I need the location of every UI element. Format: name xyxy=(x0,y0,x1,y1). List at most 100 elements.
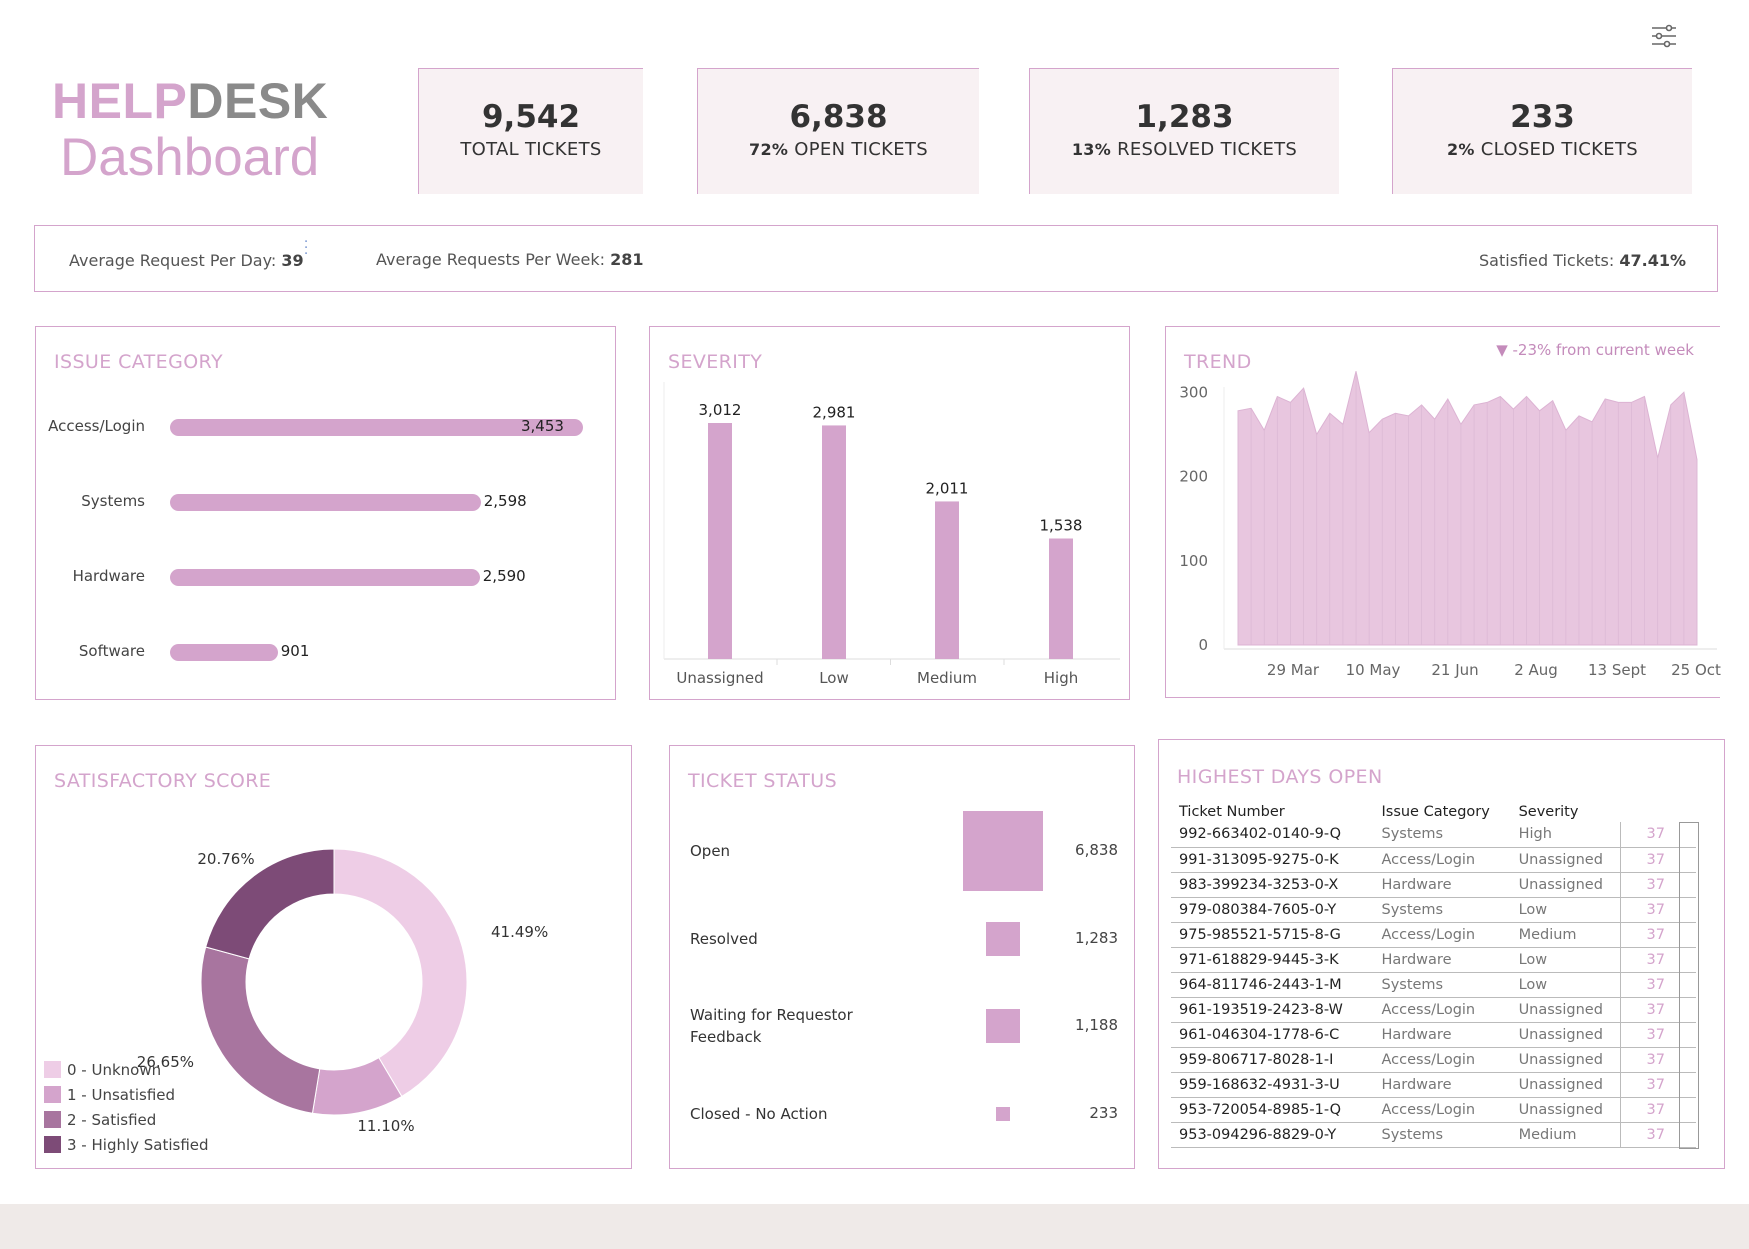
kpi-label: TOTAL TICKETS xyxy=(419,139,643,160)
kpi-value: 1,283 xyxy=(1135,99,1234,135)
kpi-value: 233 xyxy=(1510,99,1575,135)
brand-logo: HELPDESK Dashboard xyxy=(52,74,352,188)
status-label: Open xyxy=(690,842,731,860)
donut-segment-label: 41.49% xyxy=(491,923,548,941)
status-label: Waiting for Requestor Feedback xyxy=(690,1006,853,1046)
severity-category-label: High xyxy=(1044,669,1078,687)
category-bar[interactable] xyxy=(170,494,481,511)
donut-segment-label: 20.76% xyxy=(197,850,254,868)
satisfaction-panel: SATISFACTORY SCORE 41.49% 11.10% 26.65% 20.… xyxy=(35,745,632,1169)
filter-settings-button[interactable] xyxy=(1648,20,1680,52)
legend-item[interactable]: 2 - Satisfied xyxy=(44,1111,156,1129)
kpi-label-text: RESOLVED TICKETS xyxy=(1117,139,1298,160)
brand-title-desk: DESK xyxy=(187,73,329,129)
issue-category-cell: Access/Login xyxy=(1373,1047,1511,1073)
avg-per-week-label: Average Requests Per Week: xyxy=(376,250,606,269)
category-value: 2,598 xyxy=(483,492,527,510)
kpi-value: 9,542 xyxy=(481,99,581,135)
x-tick-label: 25 Oct xyxy=(1671,661,1721,679)
table-row[interactable]: 961-193519-2423-8-W Access/Login Unassigne… xyxy=(1171,997,1696,1023)
table-row[interactable]: 953-094296-8829-0-Y Systems Medium 37 xyxy=(1171,1122,1696,1148)
x-tick-label: 2 Aug xyxy=(1514,661,1558,679)
table-row[interactable]: 975-985521-5715-8-G Access/Login Medium 37 xyxy=(1171,922,1696,948)
column-header-ticket-number[interactable]: Ticket Number xyxy=(1171,802,1373,822)
donut-segment[interactable] xyxy=(333,848,468,1098)
table-row[interactable]: 983-399234-3253-0-X Hardware Unassigned 37 xyxy=(1171,872,1696,898)
kpi-resolved-tickets: 1,283 13% RESOLVED TICKETS xyxy=(1029,68,1339,194)
severity-cell: Unassigned xyxy=(1510,872,1620,898)
category-row[interactable]: Software 901 xyxy=(36,642,615,661)
status-label: Resolved xyxy=(690,930,758,948)
legend-item[interactable]: 1 - Unsatisfied xyxy=(44,1086,175,1104)
status-value: 1,188 xyxy=(1075,1016,1118,1034)
kpi-percent: 2% xyxy=(1447,140,1475,159)
status-box[interactable] xyxy=(995,1106,1011,1122)
legend-swatch xyxy=(44,1061,61,1078)
table-row[interactable]: 961-046304-1778-6-C Hardware Unassigned 37 xyxy=(1171,1022,1696,1048)
legend-swatch xyxy=(44,1136,61,1153)
issue-category-cell: Access/Login xyxy=(1373,1097,1511,1123)
table-scrollbar[interactable] xyxy=(1679,822,1699,1149)
table-row[interactable]: 971-618829-9445-3-K Hardware Low 37 xyxy=(1171,947,1696,973)
issue-category-cell: Hardware xyxy=(1373,872,1511,898)
severity-cell: Unassigned xyxy=(1510,1047,1620,1073)
severity-bar-value: 2,011 xyxy=(926,479,969,497)
table-row[interactable]: 991-313095-9275-0-K Access/Login Unassigne… xyxy=(1171,847,1696,873)
kpi-total-tickets: 9,542 TOTAL TICKETS xyxy=(418,68,643,194)
legend-label: 2 - Satisfied xyxy=(67,1111,157,1129)
issue-category-cell: Access/Login xyxy=(1373,922,1511,948)
ticket-number-cell: 983-399234-3253-0-X xyxy=(1171,872,1374,898)
column-header-severity[interactable]: Severity xyxy=(1511,802,1620,822)
sliders-icon xyxy=(1652,24,1676,48)
category-label: Software xyxy=(78,642,145,660)
table-row[interactable]: 953-720054-8985-1-Q Access/Login Unassigne… xyxy=(1171,1097,1696,1123)
issue-category-cell: Hardware xyxy=(1373,1072,1511,1098)
column-header-days-open[interactable] xyxy=(1620,802,1696,822)
legend-item[interactable]: 0 - Unknown xyxy=(44,1061,161,1079)
severity-bar-value: 1,538 xyxy=(1040,516,1083,534)
ticket-number-cell: 964-811746-2443-1-M xyxy=(1171,972,1374,998)
table-row[interactable]: 992-663402-0140-9-Q Systems High 37 xyxy=(1171,822,1696,848)
table-row[interactable]: 959-168632-4931-3-U Hardware Unassigned 37 xyxy=(1171,1072,1696,1098)
legend-label: 0 - Unknown xyxy=(67,1061,162,1079)
issue-category-cell: Access/Login xyxy=(1373,847,1511,873)
severity-cell: Medium xyxy=(1510,1122,1620,1148)
category-bar[interactable] xyxy=(170,569,480,586)
table-row[interactable]: 979-080384-7605-0-Y Systems Low 37 xyxy=(1171,897,1696,923)
severity-bar-value: 3,012 xyxy=(699,401,742,419)
status-box[interactable] xyxy=(985,921,1021,957)
legend-label: 3 - Highly Satisfied xyxy=(67,1136,209,1154)
donut-segment[interactable] xyxy=(200,946,321,1114)
days-open-table-body: 992-663402-0140-9-Q Systems High 37 991-3130… xyxy=(1171,822,1696,1148)
donut-segment-label: 11.10% xyxy=(357,1117,414,1135)
trend-panel: TREND ▼ -23% from current week 0 100 200 30… xyxy=(1165,326,1721,698)
y-tick-label: 200 xyxy=(1179,468,1208,486)
severity-chart: 3,012 Unassigned 2,981 Low 2,011 Medium 1,538 H… xyxy=(663,382,1120,687)
severity-cell: Low xyxy=(1510,947,1620,973)
category-row[interactable]: Systems 2,598 xyxy=(36,492,615,511)
y-tick-label: 300 xyxy=(1179,383,1208,401)
days-open-panel: HIGHEST DAYS OPEN Ticket Number Issue Ca… xyxy=(1158,739,1725,1169)
legend-item[interactable]: 3 - Highly Satisfied xyxy=(44,1136,209,1154)
column-header-issue-category[interactable]: Issue Category xyxy=(1373,802,1510,822)
ticket-number-cell: 979-080384-7605-0-Y xyxy=(1171,897,1374,923)
ticket-number-cell: 971-618829-9445-3-K xyxy=(1171,947,1374,973)
category-row[interactable]: Hardware 2,590 xyxy=(36,567,615,586)
severity-bar xyxy=(1049,538,1073,659)
page-footer xyxy=(0,1204,1749,1249)
severity-panel: SEVERITY 3,012 Unassigned 2,981 Low 2,011 Med… xyxy=(649,326,1130,700)
satisfaction-donut-chart: 41.49%11.10%26.65%20.76% xyxy=(137,848,548,1135)
category-row[interactable]: Access/Login 3,453 xyxy=(36,417,615,436)
table-row[interactable]: 959-806717-8028-1-I Access/Login Unassigne… xyxy=(1171,1047,1696,1073)
satisfied-tickets-value: 47.41% xyxy=(1619,251,1686,270)
category-label: Access/Login xyxy=(48,417,145,435)
status-box[interactable] xyxy=(986,1009,1020,1043)
status-box[interactable] xyxy=(963,811,1043,891)
avg-per-day: Average Request Per Day: 39 xyxy=(69,251,304,270)
kpi-value: 6,838 xyxy=(789,99,888,135)
trend-area xyxy=(1237,371,1698,646)
kpi-open-tickets: 6,838 72% OPEN TICKETS xyxy=(697,68,979,194)
more-options-icon[interactable]: · · · xyxy=(304,236,308,261)
table-row[interactable]: 964-811746-2443-1-M Systems Low 37 xyxy=(1171,972,1696,998)
category-bar[interactable] xyxy=(170,644,278,661)
